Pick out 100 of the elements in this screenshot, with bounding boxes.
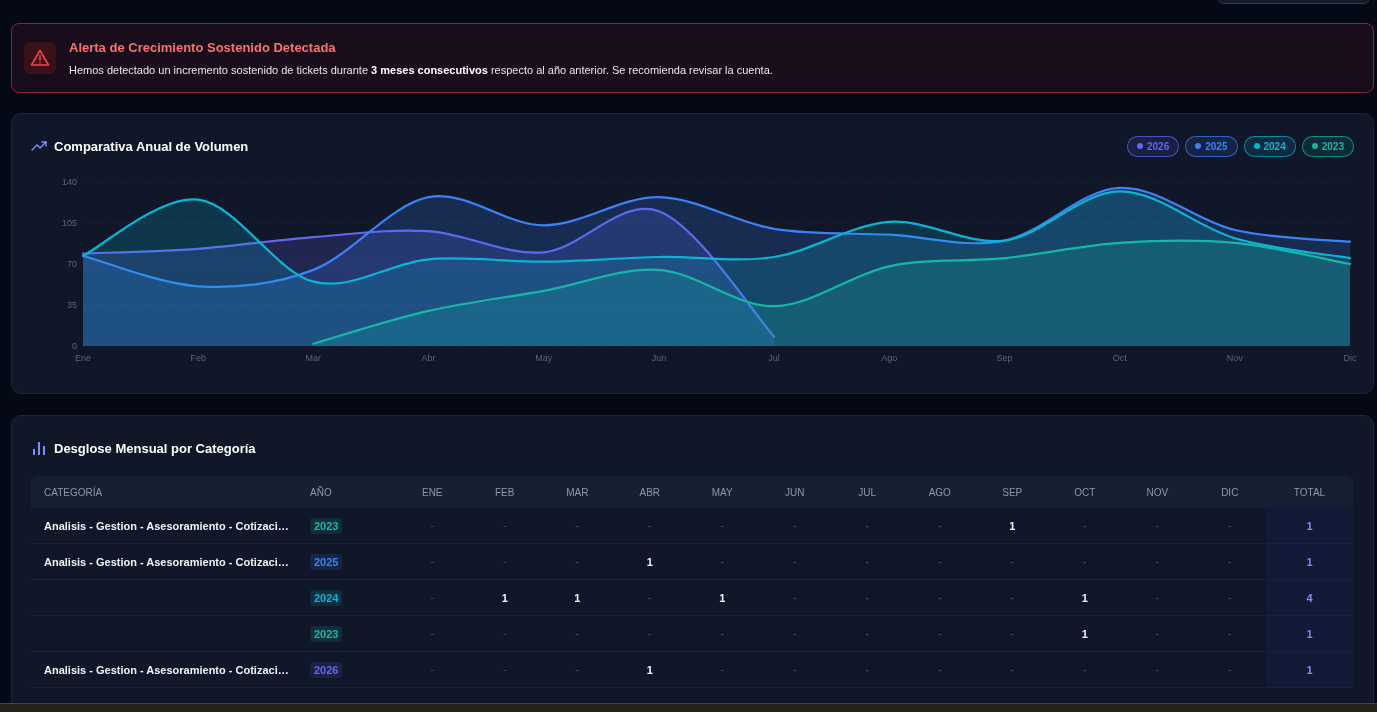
month-value: 1 bbox=[1081, 591, 1088, 604]
column-header: MAR bbox=[566, 486, 589, 498]
column-header: CATEGORÍA bbox=[44, 486, 103, 498]
month-value: - bbox=[430, 520, 434, 531]
total-cell: 1 bbox=[1266, 616, 1353, 651]
month-value: - bbox=[575, 664, 579, 675]
y-tick-label: 0 bbox=[72, 341, 77, 351]
legend-chip[interactable]: 2023 bbox=[1301, 135, 1354, 157]
month-value: - bbox=[503, 664, 507, 675]
year-tag: 2025 bbox=[310, 553, 343, 570]
month-value: - bbox=[648, 592, 652, 603]
month-value: - bbox=[1155, 628, 1159, 639]
category-text: Analisis - Gestion - Asesoramiento - Cotizaci… bbox=[44, 555, 289, 568]
month-value: - bbox=[1155, 664, 1159, 675]
month-value: - bbox=[1155, 520, 1159, 531]
month-value: - bbox=[1228, 592, 1232, 603]
table-title: Desglose Mensual por Categoría bbox=[54, 440, 256, 456]
year-tag: 2026 bbox=[310, 661, 343, 678]
month-value: - bbox=[503, 556, 507, 567]
column-header: DIC bbox=[1221, 486, 1239, 498]
month-value: 1 bbox=[1009, 519, 1016, 532]
x-tick-label: Jun bbox=[651, 353, 667, 363]
month-value: - bbox=[938, 520, 942, 531]
month-value: - bbox=[1010, 628, 1014, 639]
month-value: - bbox=[575, 520, 579, 531]
column-header: JUN bbox=[785, 486, 805, 498]
y-tick-label: 140 bbox=[61, 177, 77, 187]
month-value: - bbox=[938, 664, 942, 675]
legend-chip[interactable]: 2026 bbox=[1127, 135, 1180, 157]
month-value: - bbox=[1228, 556, 1232, 567]
column-header: SEP bbox=[1002, 486, 1023, 498]
column-header: JUL bbox=[858, 486, 877, 498]
alert-message: Hemos detectado un incremento sostenido de tickets durante 3 meses consecutivos respecto al año anterior. Se recomienda revisar la cuenta. bbox=[69, 63, 773, 77]
month-value: - bbox=[648, 628, 652, 639]
total-cell: 1 bbox=[1266, 652, 1353, 687]
column-header: AÑO bbox=[310, 486, 332, 498]
month-value: - bbox=[575, 556, 579, 567]
month-value: - bbox=[1228, 520, 1232, 531]
month-value: - bbox=[865, 520, 869, 531]
month-value: - bbox=[1083, 520, 1087, 531]
y-tick-label: 70 bbox=[67, 259, 77, 269]
month-value: - bbox=[938, 628, 942, 639]
x-tick-label: Ene bbox=[75, 353, 91, 363]
month-value: - bbox=[865, 628, 869, 639]
y-tick-label: 35 bbox=[67, 300, 77, 310]
month-value: - bbox=[793, 556, 797, 567]
column-header: FEB bbox=[495, 486, 515, 498]
warning-icon bbox=[24, 42, 56, 74]
column-header: ABR bbox=[639, 486, 661, 498]
x-tick-label: Mar bbox=[305, 353, 322, 363]
month-value: - bbox=[793, 664, 797, 675]
x-tick-label: Jul bbox=[768, 353, 780, 363]
month-value: - bbox=[648, 520, 652, 531]
x-tick-label: Dic bbox=[1343, 353, 1357, 363]
month-value: - bbox=[503, 520, 507, 531]
month-value: - bbox=[575, 628, 579, 639]
month-value: - bbox=[1083, 556, 1087, 567]
month-value: - bbox=[865, 592, 869, 603]
month-value: - bbox=[793, 628, 797, 639]
total-cell: 1 bbox=[1266, 508, 1353, 543]
month-value: - bbox=[720, 628, 724, 639]
month-value: - bbox=[503, 628, 507, 639]
x-tick-label: Abr bbox=[421, 353, 436, 363]
category-text: Analisis - Gestion - Asesoramiento - Cotizaci… bbox=[44, 663, 289, 676]
x-tick-label: Sep bbox=[996, 353, 1013, 363]
month-value: - bbox=[430, 556, 434, 567]
month-value: - bbox=[1010, 664, 1014, 675]
month-value: - bbox=[430, 628, 434, 639]
category-text: Analisis - Gestion - Asesoramiento - Cotizaci… bbox=[44, 519, 289, 532]
month-value: - bbox=[865, 664, 869, 675]
chart-title: Comparativa Anual de Volumen bbox=[54, 138, 249, 154]
month-value: - bbox=[865, 556, 869, 567]
month-value: - bbox=[720, 520, 724, 531]
x-tick-label: May bbox=[535, 353, 553, 363]
column-header: NOV bbox=[1146, 486, 1169, 498]
month-value: - bbox=[793, 520, 797, 531]
month-value: - bbox=[1228, 664, 1232, 675]
month-value: - bbox=[720, 556, 724, 567]
month-value: - bbox=[1010, 556, 1014, 567]
year-tag: 2023 bbox=[310, 625, 343, 642]
month-value: 1 bbox=[574, 591, 581, 604]
month-value: 1 bbox=[646, 663, 653, 676]
bar-chart-icon bbox=[31, 440, 47, 456]
month-value: - bbox=[938, 556, 942, 567]
x-tick-label: Ago bbox=[881, 353, 898, 363]
month-value: 1 bbox=[646, 555, 653, 568]
alert-title: Alerta de Crecimiento Sostenido Detectada bbox=[69, 39, 337, 55]
month-value: - bbox=[720, 664, 724, 675]
month-value: - bbox=[1010, 592, 1014, 603]
column-header: OCT bbox=[1074, 486, 1096, 498]
legend-chip[interactable]: 2025 bbox=[1185, 135, 1238, 157]
x-tick-label: Oct bbox=[1112, 353, 1127, 363]
month-value: 1 bbox=[501, 591, 508, 604]
y-tick-label: 105 bbox=[61, 218, 77, 228]
year-tag: 2024 bbox=[310, 589, 343, 606]
month-value: - bbox=[1083, 664, 1087, 675]
year-tag: 2023 bbox=[310, 517, 343, 534]
month-value: - bbox=[938, 592, 942, 603]
x-tick-label: Feb bbox=[190, 353, 206, 363]
legend-chip[interactable]: 2024 bbox=[1243, 135, 1296, 157]
